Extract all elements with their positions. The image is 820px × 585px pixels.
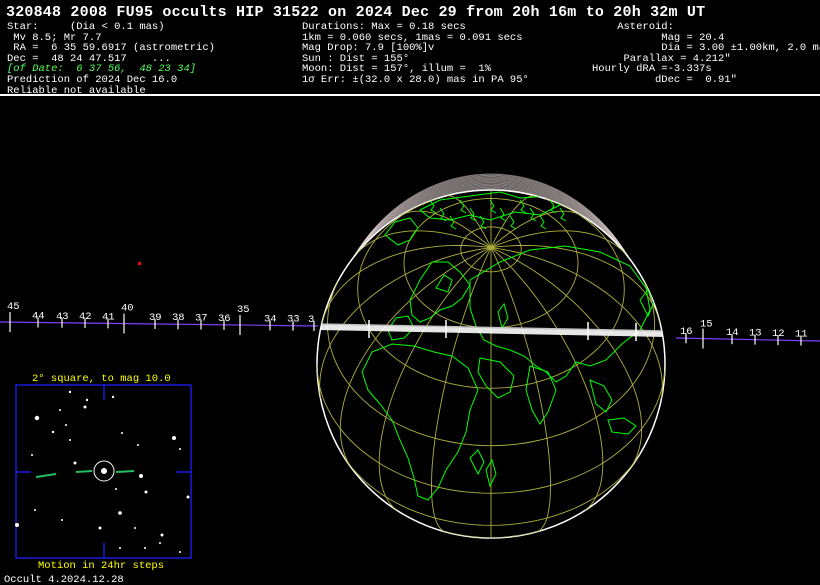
time-tick-label: 44 — [32, 310, 45, 322]
time-tick-label: 15 — [700, 319, 713, 331]
time-tick-label: 11 — [795, 329, 808, 341]
inset-star — [68, 390, 72, 394]
asteroid-motion-right — [115, 470, 135, 473]
inset-star — [31, 454, 33, 456]
inset-star — [85, 398, 89, 402]
target-star — [101, 468, 107, 474]
inset-star — [65, 424, 67, 426]
inset-star — [98, 526, 102, 530]
inset-star — [73, 461, 77, 465]
time-tick-label: 3 — [308, 314, 314, 326]
time-tick-label: 14 — [726, 327, 739, 339]
time-tick-label: 42 — [79, 311, 92, 323]
time-tick-label: 36 — [218, 313, 231, 325]
time-tick-label: 41 — [102, 311, 115, 323]
star-chart-inset — [15, 384, 192, 559]
inset-star — [186, 495, 190, 499]
time-tick-label: 16 — [680, 326, 693, 338]
inset-star — [34, 509, 36, 511]
earth-globe — [316, 173, 666, 539]
inset-star — [51, 430, 55, 434]
time-tick-label: 40 — [121, 303, 134, 315]
inset-star — [179, 551, 181, 553]
occultation-map: 320848 2008 FU95 occults HIP 31522 on 20… — [0, 0, 820, 585]
inset-star — [172, 436, 176, 440]
time-tick-label: 35 — [237, 304, 250, 316]
time-tick-label: 13 — [749, 328, 762, 340]
time-ticks-left: 4544 43 42 414039 38 37 363534 33 3 — [7, 301, 315, 336]
inset-star — [115, 488, 117, 490]
inset-star — [69, 439, 71, 441]
time-tick-label: 37 — [195, 313, 208, 325]
time-ticks-right: 16 15 14 13 12 11 — [680, 319, 808, 349]
time-tick-label: 38 — [172, 312, 185, 324]
inset-star — [137, 444, 139, 446]
inset-star — [134, 527, 136, 529]
inset-star — [61, 519, 63, 521]
inset-star — [160, 533, 164, 537]
map-canvas: 4544 43 42 414039 38 37 363534 33 3 161514 13 12 11 — [0, 173, 820, 559]
inset-star — [144, 547, 146, 549]
inset-star — [34, 415, 40, 421]
inset-star — [121, 432, 123, 434]
time-tick-label: 34 — [264, 313, 277, 325]
inset-star — [83, 405, 87, 409]
inset-caption: Motion in 24hr steps — [38, 560, 165, 572]
inset-star — [144, 490, 148, 494]
red-marker — [138, 262, 141, 265]
time-tick-label: 39 — [149, 312, 162, 324]
inset-star — [139, 474, 143, 478]
inset-star — [15, 523, 19, 527]
software-version: Occult 4.2024.12.28 — [4, 574, 124, 585]
time-tick-label: 12 — [772, 328, 785, 340]
inset-star — [119, 547, 121, 549]
inset-star — [111, 395, 115, 399]
time-tick-label: 43 — [56, 311, 69, 323]
inset-star — [59, 409, 61, 411]
inset-star — [179, 448, 181, 450]
asteroid-motion-left — [75, 470, 93, 473]
inset-star — [159, 542, 161, 544]
time-tick-label: 33 — [287, 314, 300, 326]
inset-star — [118, 511, 122, 515]
time-tick-label: 45 — [7, 301, 20, 313]
inset-title: 2° square, to mag 10.0 — [32, 373, 171, 385]
